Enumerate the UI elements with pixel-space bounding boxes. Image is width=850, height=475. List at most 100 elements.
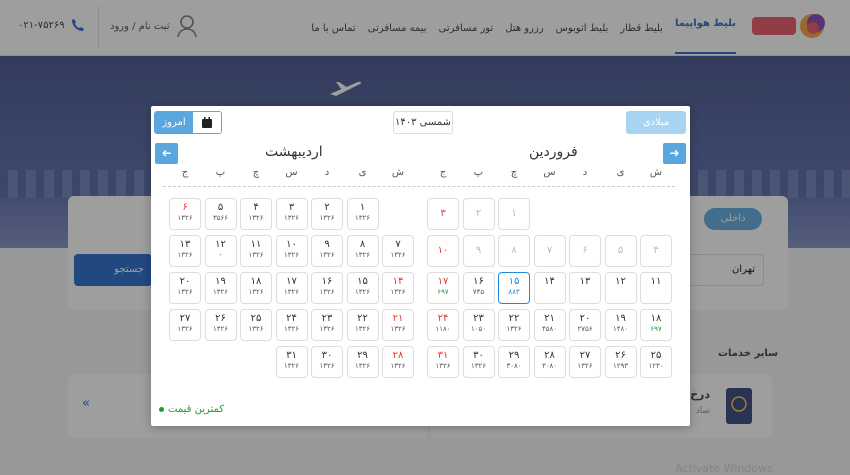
day-cell[interactable]: ۹ ۱۳۲۶ xyxy=(311,235,343,267)
day-cell[interactable]: ۳۰ ۱۳۲۶ xyxy=(311,346,343,378)
day-cell: ۳ xyxy=(427,198,459,230)
day-cell[interactable]: ۱۴ ۱۳۲۶ xyxy=(382,272,414,304)
day-price: ۱۳۲۶ xyxy=(577,362,593,370)
day-cell[interactable]: ۲۵ ۱۲۳۰ xyxy=(640,346,672,378)
day-cell[interactable]: ۲۳ ۱۰۵۰ xyxy=(462,309,495,341)
day-cell[interactable]: ۱۲ xyxy=(604,272,637,304)
day-cell[interactable]: ۱۹ ۱۴۸۰ xyxy=(604,309,637,341)
day-price: - xyxy=(219,251,222,259)
day-number: ۱۲ xyxy=(215,239,226,250)
day-cell[interactable]: ۲ ۱۳۲۶ xyxy=(311,198,343,230)
day-number: ۲۵ xyxy=(650,350,662,361)
day-number: ۱ xyxy=(511,208,517,219)
day-cell[interactable]: ۲۴ ۱۳۲۶ xyxy=(275,309,308,341)
day-cell[interactable]: ۲۷ ۱۳۲۶ xyxy=(169,309,201,341)
gregorian-toggle-button[interactable]: میلادی xyxy=(626,111,686,134)
day-cell[interactable]: ۱۱ ۱۳۲۶ xyxy=(240,235,272,267)
day-cell[interactable]: ۱۴ xyxy=(533,272,566,304)
day-number: ۲۳ xyxy=(473,313,484,324)
day-price: ۳۰۸۰ xyxy=(541,362,558,370)
day-number: ۳ xyxy=(288,202,295,213)
day-cell[interactable]: ۳ ۱۳۲۶ xyxy=(275,198,308,230)
day-cell[interactable]: ۱۳ ۱۳۲۶ xyxy=(169,235,201,267)
day-cell[interactable]: ۲۹ ۳۰۸۰ xyxy=(498,346,530,378)
day-cell[interactable]: ۲۷ ۱۳۲۶ xyxy=(569,346,601,378)
next-month-arrow-icon[interactable]: ➜ xyxy=(663,143,686,164)
day-number: ۱۷ xyxy=(437,276,449,287)
day-number: ۷ xyxy=(546,245,553,256)
day-cell[interactable]: ۱۸ ۶۹۷ xyxy=(640,309,672,341)
day-cell[interactable]: ۲۸ ۱۳۲۶ xyxy=(382,346,414,378)
day-cell[interactable]: ۲۲ ۱۳۲۶ xyxy=(498,309,530,341)
green-dot-icon xyxy=(159,407,164,412)
day-cell[interactable]: ۲۰ ۲۷۵۶ xyxy=(569,309,601,341)
day-cell[interactable]: ۱۶ ۱۳۲۶ xyxy=(311,272,343,304)
month-title-ordibehesht: اردیبهشت xyxy=(265,144,323,160)
day-price: ۱۳۲۶ xyxy=(319,251,335,259)
day-cell[interactable]: ۳۰ ۱۳۲۶ xyxy=(462,346,495,378)
day-cell[interactable]: ۲۸ ۳۰۸۰ xyxy=(533,346,566,378)
day-number: ۳۰ xyxy=(321,350,333,361)
day-number: ۳۰ xyxy=(473,350,484,361)
day-price: ۱۳۲۶ xyxy=(319,325,335,333)
day-cell[interactable]: ۲۴ ۱۱۸۰ xyxy=(427,309,459,341)
day-price: ۱۳۲۶ xyxy=(283,251,300,259)
day-cell[interactable]: ۲۱ ۱۳۲۶ xyxy=(382,309,414,341)
day-price: ۱۳۲۶ xyxy=(177,325,193,333)
weekday-label: ش xyxy=(649,167,663,178)
legend-label: کمترین قیمت xyxy=(168,404,225,415)
day-number: ۲۸ xyxy=(392,350,404,361)
day-number: ۲۸ xyxy=(544,350,555,361)
day-cell[interactable]: ۱۳ xyxy=(569,272,601,304)
day-cell[interactable]: ۷ ۱۳۲۶ xyxy=(382,235,414,267)
day-number: ۲۲ xyxy=(357,313,368,324)
day-cell[interactable]: ۶ ۱۳۲۶ xyxy=(169,198,201,230)
day-cell[interactable]: ۲۵ ۱۳۲۶ xyxy=(240,309,272,341)
day-cell[interactable]: ۱۱ xyxy=(640,272,672,304)
day-number: ۱۰ xyxy=(437,245,449,256)
day-cell[interactable]: ۳۱ ۱۳۲۶ xyxy=(275,346,308,378)
day-cell[interactable]: ۱۹ ۱۳۲۶ xyxy=(204,272,237,304)
prev-month-arrow-icon[interactable]: ➜ xyxy=(155,143,178,164)
day-cell[interactable]: ۱۵ ۸۸۳ xyxy=(498,272,530,304)
day-cell[interactable]: ۱۷ ۱۳۲۶ xyxy=(275,272,308,304)
day-number: ۱۵ xyxy=(357,276,368,287)
day-cell[interactable]: ۲۳ ۱۳۲۶ xyxy=(311,309,343,341)
day-cell[interactable]: ۱۶ ۷۴۵ xyxy=(462,272,495,304)
day-price: ۱۳۲۶ xyxy=(177,251,193,259)
today-button[interactable]: امروز xyxy=(154,111,222,134)
day-cell[interactable]: ۵ ۳۵۶۶ xyxy=(204,198,237,230)
day-cell[interactable]: ۲۶ ۱۳۲۶ xyxy=(204,309,237,341)
day-number: ۲۲ xyxy=(508,313,520,324)
day-number: ۵ xyxy=(617,245,624,256)
day-cell[interactable]: ۱۸ ۱۳۲۶ xyxy=(240,272,272,304)
year-selector[interactable]: ۱۴۰۳ شمسی xyxy=(393,111,453,134)
day-number: ۱۰ xyxy=(286,239,297,250)
day-number: ۲۵ xyxy=(250,313,262,324)
day-number: ۵ xyxy=(217,202,224,213)
day-price: ۱۳۲۶ xyxy=(248,251,264,259)
day-cell[interactable]: ۱۵ ۱۳۲۶ xyxy=(346,272,379,304)
day-number: ۱۱ xyxy=(650,276,662,287)
day-cell[interactable]: ۴ ۱۳۲۶ xyxy=(240,198,272,230)
day-cell[interactable]: ۲۲ ۱۳۲۶ xyxy=(346,309,379,341)
day-cell[interactable]: ۲۶ ۱۲۹۳ xyxy=(604,346,637,378)
day-number: ۸ xyxy=(511,245,517,256)
day-price: ۱۳۲۶ xyxy=(506,325,522,333)
day-cell[interactable]: ۳۱ ۱۳۲۶ xyxy=(427,346,459,378)
day-cell[interactable]: ۱ ۱۳۲۶ xyxy=(346,198,379,230)
day-cell[interactable]: ۸ ۱۳۲۶ xyxy=(346,235,379,267)
day-cell[interactable]: ۱۰ ۱۳۲۶ xyxy=(275,235,308,267)
day-cell[interactable]: ۲۰ ۱۳۲۶ xyxy=(169,272,201,304)
day-number: ۱۸ xyxy=(650,313,662,324)
day-price: ۳۵۶۶ xyxy=(212,214,229,222)
day-number: ۳ xyxy=(440,208,446,219)
day-cell[interactable]: ۱۲- xyxy=(204,235,237,267)
day-number: ۲۷ xyxy=(579,350,591,361)
day-price: ۱۳۲۶ xyxy=(390,288,406,296)
day-price: ۱۳۲۶ xyxy=(354,362,371,370)
day-cell[interactable]: ۲۹ ۱۳۲۶ xyxy=(346,346,379,378)
day-cell: ۸ xyxy=(498,235,530,267)
day-cell[interactable]: ۲۱ ۴۵۸۰ xyxy=(533,309,566,341)
day-cell[interactable]: ۱۷ ۶۹۷ xyxy=(427,272,459,304)
